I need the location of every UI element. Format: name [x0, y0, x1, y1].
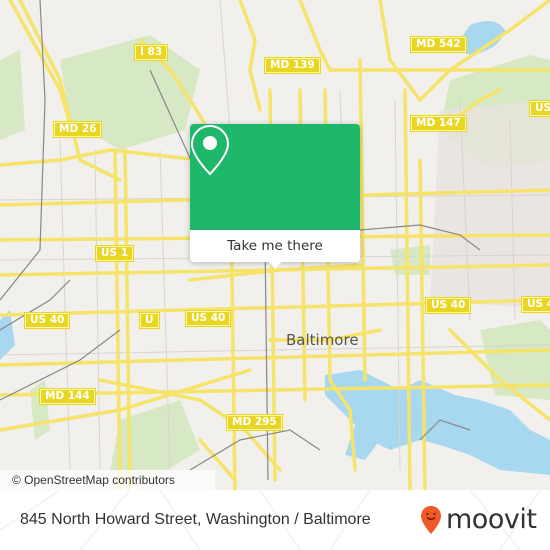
- route-shield: MD 144: [39, 388, 96, 405]
- route-shield: US 40: [424, 297, 472, 314]
- destination-popup: Take me there: [190, 124, 360, 269]
- route-shield: US 40: [23, 312, 71, 329]
- route-shield: U: [139, 312, 160, 329]
- route-shield: MD 295: [226, 414, 283, 431]
- brand-name: moovit: [446, 504, 537, 535]
- map-view[interactable]: I 83 MD 542 MD 139 US MD 147 MD 26 US 1 …: [0, 0, 550, 490]
- city-label: Baltimore: [286, 331, 359, 349]
- route-shield: MD 147: [410, 115, 467, 132]
- map-pin-icon: [190, 124, 230, 176]
- route-shield: MD 26: [52, 121, 103, 138]
- take-me-there-button[interactable]: Take me there: [190, 230, 360, 262]
- popup-header: [190, 124, 360, 230]
- route-shield: US 4: [520, 296, 550, 313]
- address-title: 845 North Howard Street, Washington / Ba…: [20, 511, 371, 528]
- route-shield: US 1: [94, 245, 135, 262]
- moovit-logo[interactable]: moovit: [420, 504, 537, 536]
- route-shield: I 83: [133, 44, 169, 61]
- route-shield: MD 139: [264, 57, 321, 74]
- popup-pointer: [267, 260, 283, 269]
- footer-bar: 845 North Howard Street, Washington / Ba…: [0, 490, 550, 550]
- map-attribution[interactable]: © OpenStreetMap contributors: [0, 470, 215, 490]
- moovit-pin-icon: [421, 506, 441, 534]
- route-shield: US: [528, 100, 550, 117]
- route-shield: MD 542: [410, 36, 467, 53]
- route-shield: US 40: [184, 310, 232, 327]
